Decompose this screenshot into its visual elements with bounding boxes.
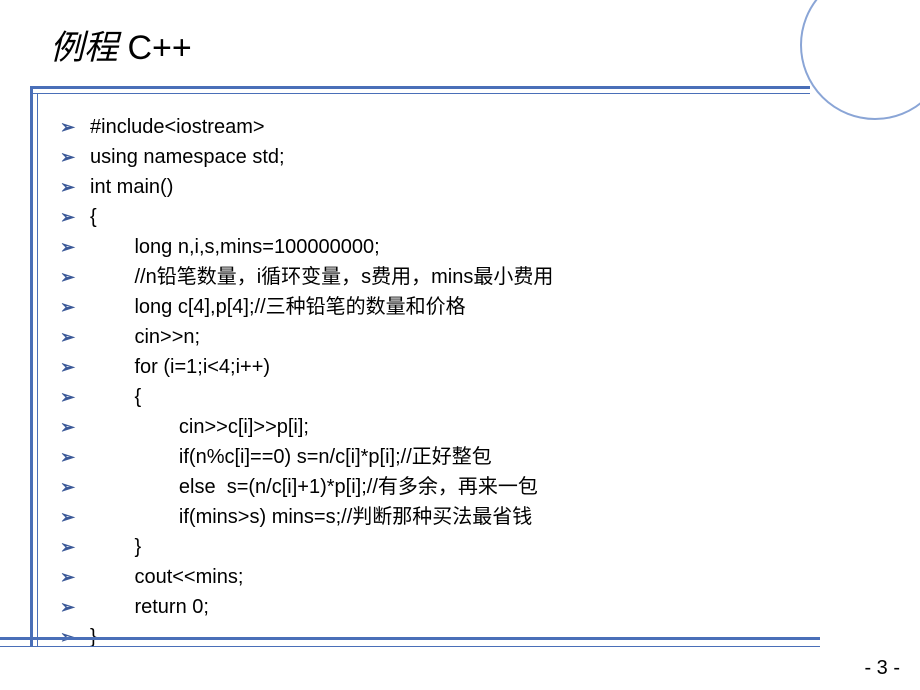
left-border-thin bbox=[37, 93, 38, 646]
code-text: cin>>c[i]>>p[i]; bbox=[90, 412, 309, 442]
code-text: if(n%c[i]==0) s=n/c[i]*p[i];//正好整包 bbox=[90, 442, 492, 472]
bullet-icon: ➢ bbox=[60, 562, 90, 592]
code-text: } bbox=[90, 532, 141, 562]
code-line: ➢ return 0; bbox=[60, 592, 880, 622]
code-text: { bbox=[90, 382, 141, 412]
decorative-circle bbox=[800, 0, 920, 120]
bottom-line-thick bbox=[0, 637, 820, 640]
code-text: long n,i,s,mins=100000000; bbox=[90, 232, 380, 262]
bullet-icon: ➢ bbox=[60, 112, 90, 142]
code-text: cin>>n; bbox=[90, 322, 200, 352]
bullet-icon: ➢ bbox=[60, 172, 90, 202]
bullet-icon: ➢ bbox=[60, 292, 90, 322]
code-line: ➢int main() bbox=[60, 172, 880, 202]
bullet-icon: ➢ bbox=[60, 382, 90, 412]
code-text: int main() bbox=[90, 172, 173, 202]
bullet-icon: ➢ bbox=[60, 142, 90, 172]
code-line: ➢ else s=(n/c[i]+1)*p[i];//有多余，再来一包 bbox=[60, 472, 880, 502]
code-text: { bbox=[90, 202, 97, 232]
title-cn: 例程 bbox=[50, 30, 118, 67]
code-text: //n铅笔数量，i循环变量，s费用，mins最小费用 bbox=[90, 262, 553, 292]
bullet-icon: ➢ bbox=[60, 322, 90, 352]
code-line: ➢ { bbox=[60, 382, 880, 412]
bullet-icon: ➢ bbox=[60, 472, 90, 502]
code-text: return 0; bbox=[90, 592, 209, 622]
code-text: cout<<mins; bbox=[90, 562, 243, 592]
code-text: if(mins>s) mins=s;//判断那种买法最省钱 bbox=[90, 502, 532, 532]
code-line: ➢#include<iostream> bbox=[60, 112, 880, 142]
page-number: - 3 - bbox=[864, 657, 900, 680]
code-line: ➢ long n,i,s,mins=100000000; bbox=[60, 232, 880, 262]
bullet-icon: ➢ bbox=[60, 202, 90, 232]
left-border-thick bbox=[30, 86, 33, 646]
code-line: ➢ //n铅笔数量，i循环变量，s费用，mins最小费用 bbox=[60, 262, 880, 292]
bullet-icon: ➢ bbox=[60, 412, 90, 442]
bullet-icon: ➢ bbox=[60, 352, 90, 382]
bullet-icon: ➢ bbox=[60, 442, 90, 472]
bullet-icon: ➢ bbox=[60, 502, 90, 532]
title-en: C++ bbox=[118, 29, 192, 67]
title-underline-thick bbox=[30, 86, 810, 89]
code-line: ➢ cin>>n; bbox=[60, 322, 880, 352]
code-line: ➢ } bbox=[60, 532, 880, 562]
code-line: ➢{ bbox=[60, 202, 880, 232]
bullet-icon: ➢ bbox=[60, 592, 90, 622]
code-text: long c[4],p[4];//三种铅笔的数量和价格 bbox=[90, 292, 466, 322]
code-line: ➢using namespace std; bbox=[60, 142, 880, 172]
code-line: ➢ if(n%c[i]==0) s=n/c[i]*p[i];//正好整包 bbox=[60, 442, 880, 472]
code-block: ➢#include<iostream>➢using namespace std;… bbox=[60, 112, 880, 652]
bullet-icon: ➢ bbox=[60, 232, 90, 262]
title-underline-thin bbox=[30, 93, 810, 94]
code-text: #include<iostream> bbox=[90, 112, 265, 142]
code-line: ➢ cout<<mins; bbox=[60, 562, 880, 592]
bullet-icon: ➢ bbox=[60, 532, 90, 562]
code-text: using namespace std; bbox=[90, 142, 285, 172]
bottom-line-thin bbox=[0, 646, 820, 647]
code-text: for (i=1;i<4;i++) bbox=[90, 352, 270, 382]
code-line: ➢ if(mins>s) mins=s;//判断那种买法最省钱 bbox=[60, 502, 880, 532]
bullet-icon: ➢ bbox=[60, 262, 90, 292]
code-text: else s=(n/c[i]+1)*p[i];//有多余，再来一包 bbox=[90, 472, 538, 502]
code-line: ➢ for (i=1;i<4;i++) bbox=[60, 352, 880, 382]
slide-title: 例程 C++ bbox=[50, 20, 192, 69]
code-line: ➢ long c[4],p[4];//三种铅笔的数量和价格 bbox=[60, 292, 880, 322]
code-line: ➢ cin>>c[i]>>p[i]; bbox=[60, 412, 880, 442]
